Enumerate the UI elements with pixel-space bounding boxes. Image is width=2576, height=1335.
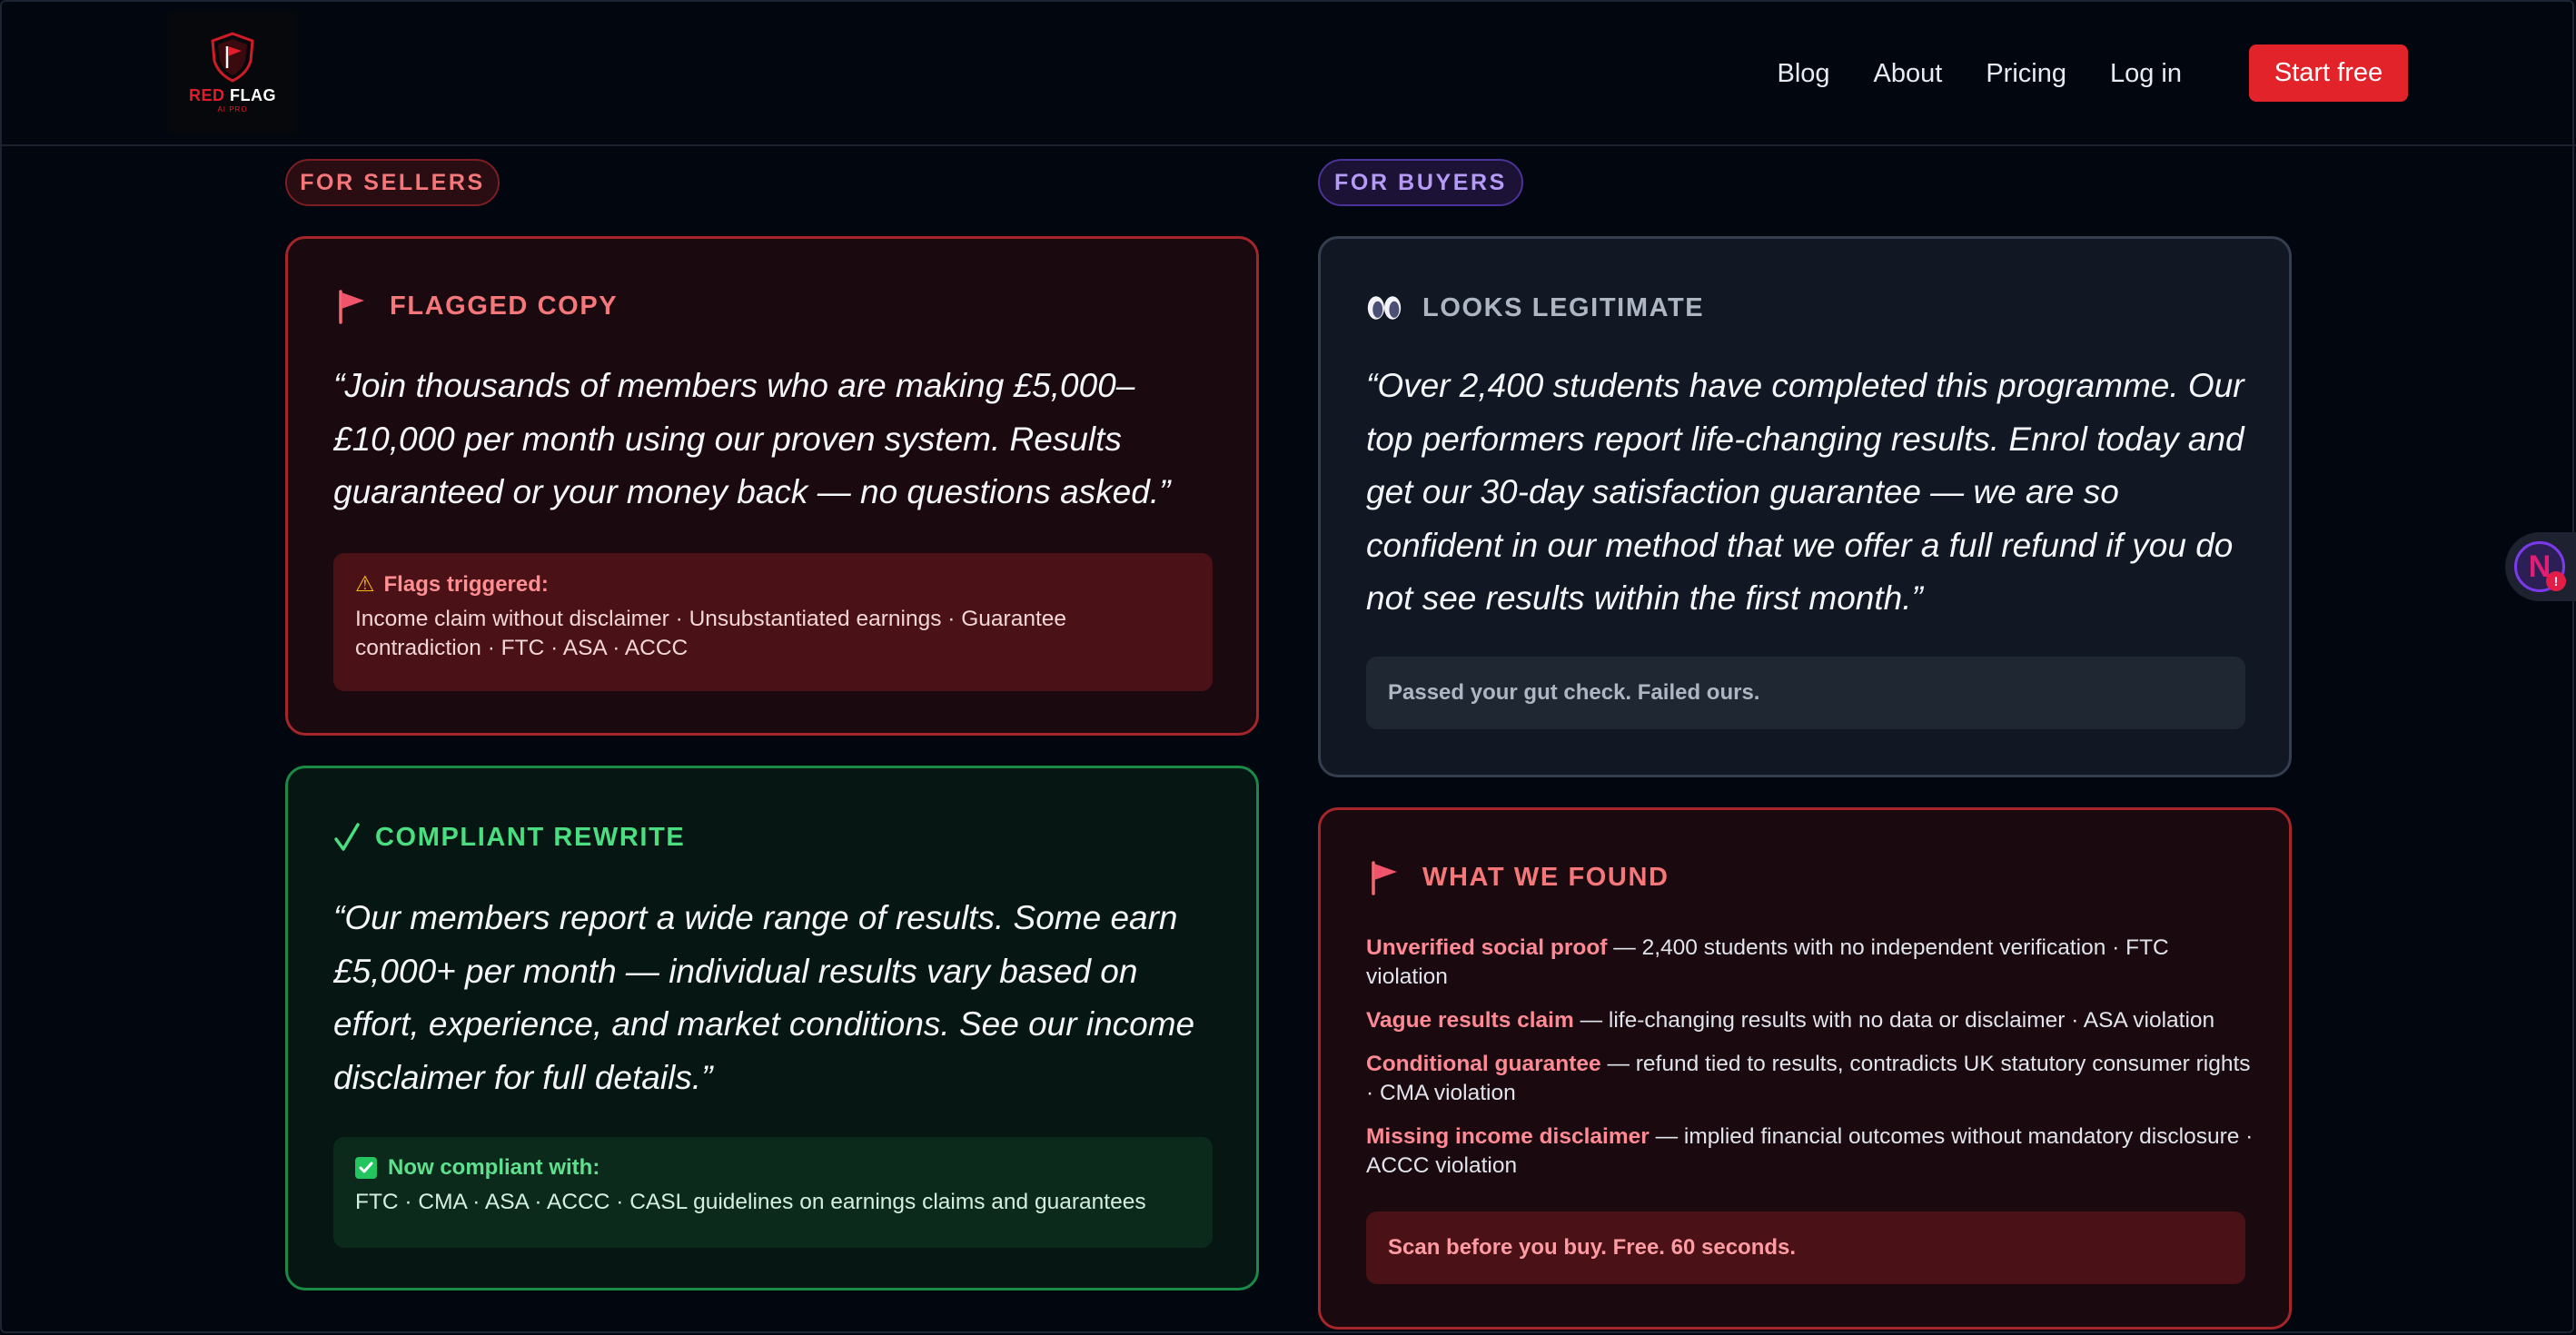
looks-legitimate-title: LOOKS LEGITIMATE xyxy=(1422,292,1705,322)
extension-n-icon: N ! xyxy=(2514,541,2566,592)
flags-triggered-heading: ⚠ Flags triggered: xyxy=(355,571,1191,598)
green-check-box-icon xyxy=(355,1157,377,1179)
looks-legitimate-header: LOOKS LEGITIMATE xyxy=(1366,290,1704,326)
logo-wordmark: RED FLAG xyxy=(189,86,276,105)
flagged-copy-quote: “Join thousands of members who are makin… xyxy=(333,367,1171,510)
looks-legitimate-quote: “Over 2,400 students have completed this… xyxy=(1366,367,2244,617)
now-compliant-list: FTC · CMA · ASA · ACCC · CASL guidelines… xyxy=(355,1190,1146,1214)
finding-item: Unverified social proof — 2,400 students… xyxy=(1366,934,2256,992)
nav-link-pricing[interactable]: Pricing xyxy=(1986,59,2066,89)
flagged-copy-header: FLAGGED COPY xyxy=(333,288,618,324)
what-we-found-header: WHAT WE FOUND xyxy=(1366,859,1669,895)
finding-item: Missing income disclaimer — implied fina… xyxy=(1366,1122,2256,1181)
nav-link-about[interactable]: About xyxy=(1874,59,1943,89)
warning-icon: ⚠ xyxy=(355,572,375,597)
eyes-icon xyxy=(1366,290,1402,326)
checkmark-icon xyxy=(333,819,361,855)
compliant-rewrite-card: COMPLIANT REWRITE “Our members report a … xyxy=(285,766,1259,1290)
logo-white-word: FLAG xyxy=(230,86,277,104)
now-compliant-title: Now compliant with: xyxy=(388,1155,600,1180)
finding-item: Conditional guarantee — refund tied to r… xyxy=(1366,1050,2256,1108)
logo[interactable]: RED FLAG AI PRO xyxy=(167,11,298,134)
floating-extension-badge[interactable]: N ! xyxy=(2505,532,2576,601)
finding-key: Vague results claim xyxy=(1366,1008,1574,1033)
finding-item: Vague results claim — life-changing resu… xyxy=(1366,1006,2256,1035)
nav-link-login[interactable]: Log in xyxy=(2110,59,2182,89)
finding-key: Missing income disclaimer xyxy=(1366,1124,1650,1149)
flagged-copy-title: FLAGGED COPY xyxy=(390,291,619,321)
scan-promo-box: Scan before you buy. Free. 60 seconds. xyxy=(1366,1211,2245,1284)
finding-text: — life-changing results with no data or … xyxy=(1573,1008,2215,1033)
compliant-rewrite-header: COMPLIANT REWRITE xyxy=(333,819,685,855)
finding-key: Conditional guarantee xyxy=(1366,1052,1601,1076)
now-compliant-box: Now compliant with: FTC · CMA · ASA · AC… xyxy=(333,1137,1213,1248)
top-nav: RED FLAG AI PRO Blog About Pricing Log i… xyxy=(0,0,2576,146)
now-compliant-heading: Now compliant with: xyxy=(355,1155,1191,1181)
for-buyers-tag: FOR BUYERS xyxy=(1318,159,1523,206)
red-flag-icon xyxy=(1366,859,1402,895)
what-we-found-card: WHAT WE FOUND Unverified social proof — … xyxy=(1318,807,2292,1330)
nav-links: Blog About Pricing Log in xyxy=(1777,42,2182,105)
logo-red-word: RED xyxy=(188,86,225,104)
flags-triggered-title: Flags triggered: xyxy=(383,571,549,597)
looks-legitimate-card: LOOKS LEGITIMATE “Over 2,400 students ha… xyxy=(1318,236,2292,777)
gut-check-box: Passed your gut check. Failed ours. xyxy=(1366,657,2245,729)
compliant-rewrite-quote: “Our members report a wide range of resu… xyxy=(333,899,1195,1096)
gut-check-text: Passed your gut check. Failed ours. xyxy=(1388,680,1760,705)
finding-key: Unverified social proof xyxy=(1366,935,1608,960)
flags-triggered-list: Income claim without disclaimer · Unsubs… xyxy=(355,607,1067,660)
compliant-rewrite-title: COMPLIANT REWRITE xyxy=(375,822,686,852)
flagged-copy-card: FLAGGED COPY “Join thousands of members … xyxy=(285,236,1259,736)
what-we-found-title: WHAT WE FOUND xyxy=(1422,862,1669,892)
logo-subtitle: AI PRO xyxy=(217,105,248,114)
alert-dot-icon: ! xyxy=(2546,571,2566,591)
start-free-button[interactable]: Start free xyxy=(2249,44,2408,102)
shield-flag-icon xyxy=(211,32,254,83)
for-sellers-tag: FOR SELLERS xyxy=(285,159,500,206)
scan-promo-text: Scan before you buy. Free. 60 seconds. xyxy=(1388,1235,1797,1260)
flags-triggered-box: ⚠ Flags triggered: Income claim without … xyxy=(333,553,1213,691)
red-flag-icon xyxy=(333,288,370,324)
nav-link-blog[interactable]: Blog xyxy=(1777,59,1829,89)
